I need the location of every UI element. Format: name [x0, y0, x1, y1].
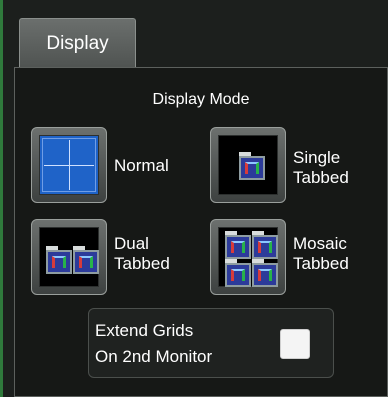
mode-mosaic-tabbed-label: Mosaic Tabbed	[293, 234, 349, 273]
normal-grid-icon	[39, 135, 99, 195]
mode-dual-tabbed-label: Dual Tabbed	[114, 234, 170, 273]
display-settings-panel: Display Mode Normal Single Tabbed Dual T…	[14, 67, 388, 397]
window-left-edge	[0, 0, 3, 397]
tab-display-label: Display	[46, 33, 109, 54]
extend-grids-box: Extend Grids On 2nd Monitor	[88, 308, 334, 378]
mode-normal-label: Normal	[114, 156, 169, 175]
mode-single-tabbed-button[interactable]	[210, 127, 286, 203]
mode-normal-button[interactable]	[31, 127, 107, 203]
mode-single-tabbed-label: Single Tabbed	[293, 148, 349, 187]
extend-grids-checkbox[interactable]	[280, 329, 310, 359]
mode-dual-tabbed-button[interactable]	[31, 219, 107, 295]
single-tabbed-icon	[218, 135, 278, 195]
display-mode-title: Display Mode	[152, 91, 250, 108]
extend-grids-label: Extend Grids On 2nd Monitor	[95, 321, 213, 366]
tab-display[interactable]: Display	[19, 18, 136, 68]
mosaic-tabbed-icon	[218, 227, 278, 287]
mode-mosaic-tabbed-button[interactable]	[210, 219, 286, 295]
dual-tabbed-icon	[39, 227, 99, 287]
